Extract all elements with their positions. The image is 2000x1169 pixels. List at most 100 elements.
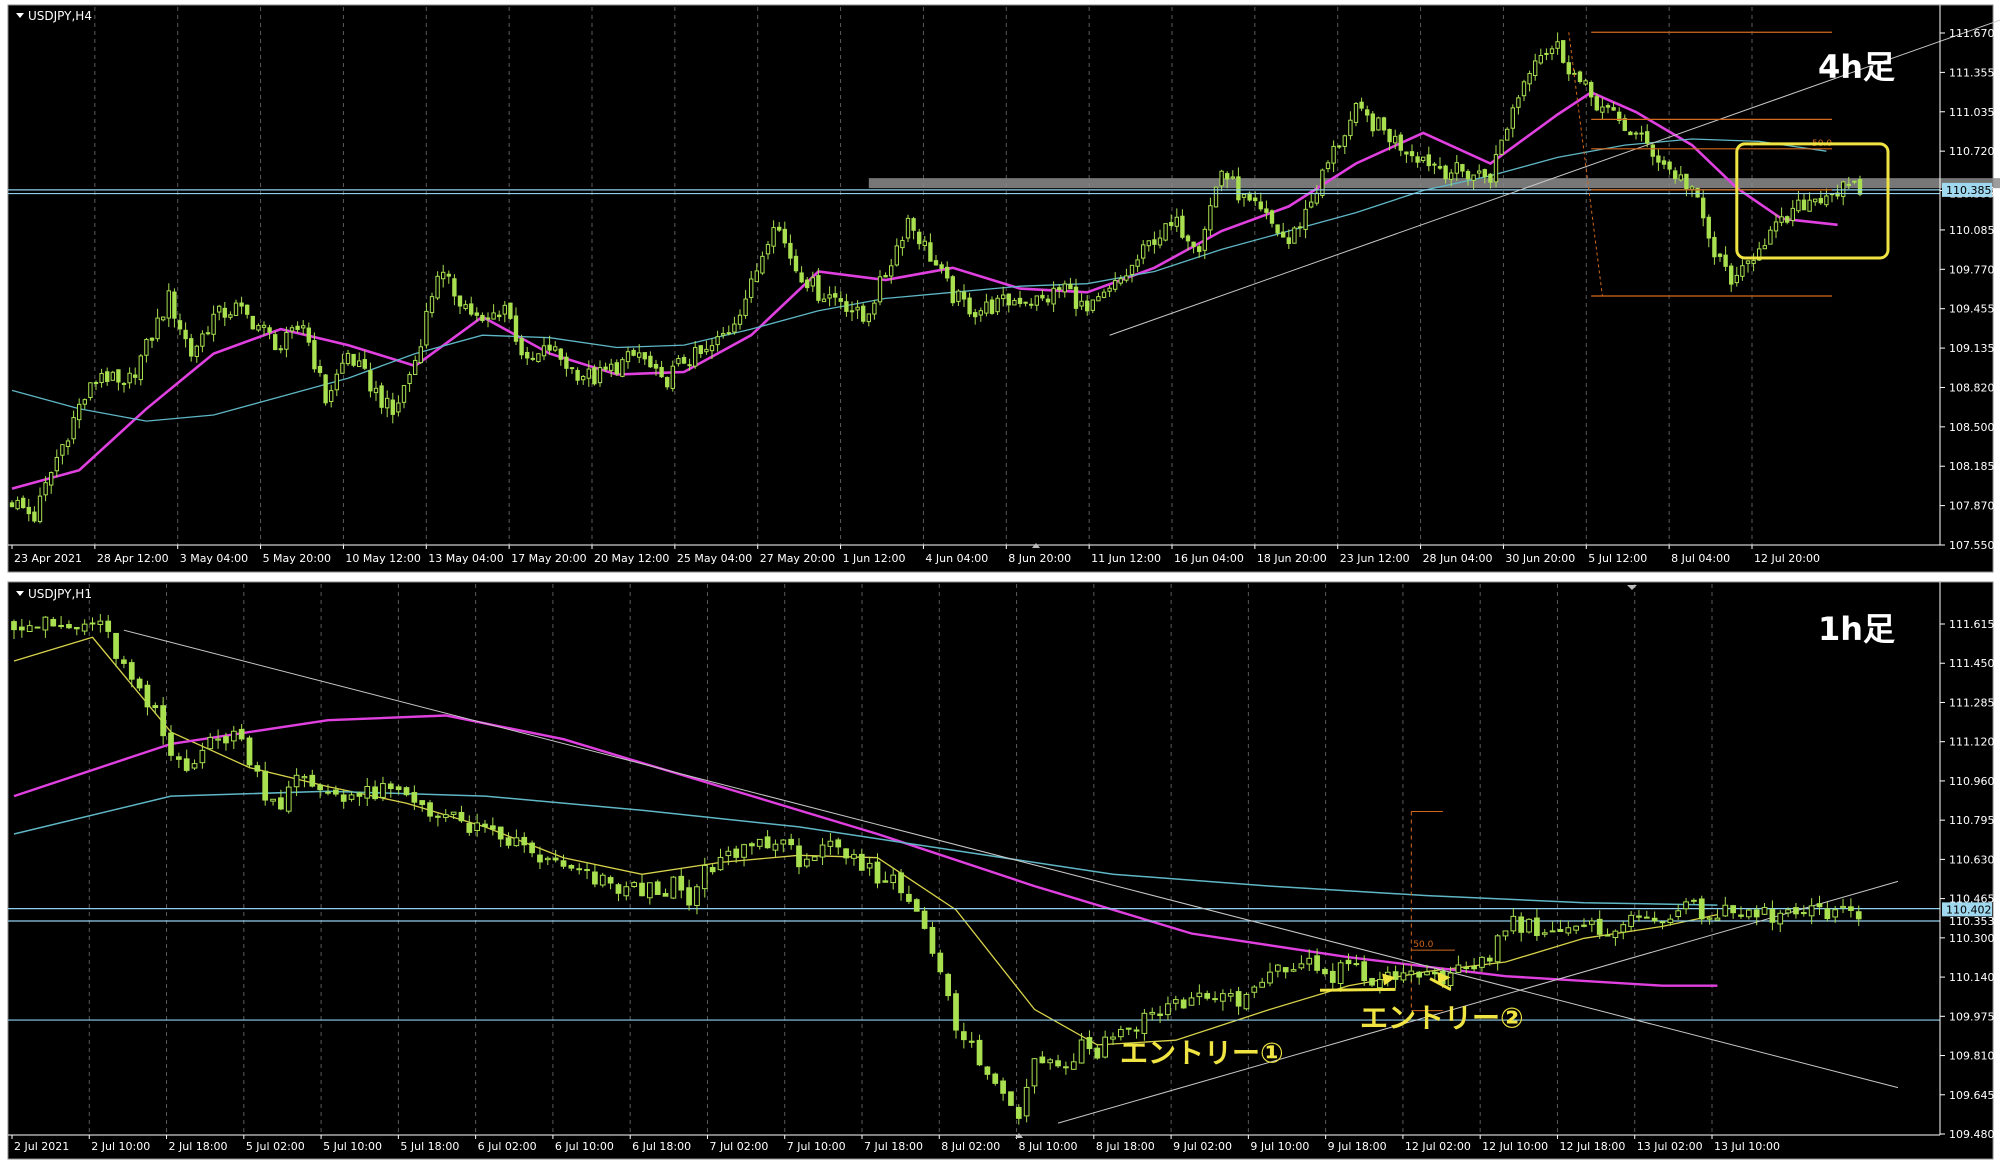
price-tick-label: 109.770 <box>1949 263 1995 276</box>
candle-bearish <box>105 371 110 382</box>
candle-bearish <box>639 882 645 897</box>
candle-bullish <box>581 376 586 381</box>
price-tick-label: 107.550 <box>1949 539 1995 552</box>
candle-bearish <box>921 910 928 929</box>
time-tick-label: 18 Jun 20:00 <box>1257 552 1327 565</box>
candle-bullish <box>877 276 883 303</box>
candle-bullish <box>956 290 961 302</box>
fib-level-label: 50.0 <box>1413 940 1433 950</box>
candle-bullish <box>1541 932 1548 935</box>
candle-bearish <box>1282 967 1289 973</box>
candle-bearish <box>1706 216 1711 239</box>
candle-bearish <box>1185 235 1191 242</box>
price-tick-label: 110.300 <box>1949 932 1995 945</box>
time-tick-label: 7 Jul 10:00 <box>787 1140 846 1153</box>
candle-bearish <box>874 861 881 884</box>
candle-bearish <box>278 797 284 810</box>
candle-bearish <box>513 315 519 342</box>
candle-bearish <box>368 370 373 392</box>
candle-bullish <box>715 336 720 346</box>
h1-chart-panel[interactable]: 50.0 エントリー① エントリー② 111.615 111.450 111.285 1… <box>7 581 1995 1160</box>
candle-bearish <box>530 357 535 360</box>
candle-bearish <box>419 800 426 805</box>
candle-bullish <box>301 776 308 779</box>
candle-bullish <box>278 348 283 351</box>
candle-bearish <box>1463 967 1470 970</box>
candle-bullish <box>228 314 233 318</box>
candle-bullish <box>586 368 591 379</box>
candle-bullish <box>1494 935 1501 963</box>
candle-bearish <box>332 789 339 795</box>
candle-bullish <box>1149 1011 1156 1015</box>
candle-bearish <box>917 231 922 245</box>
candle-bearish <box>11 621 17 631</box>
candle-bearish <box>1651 917 1658 922</box>
candle-bearish <box>665 377 670 388</box>
h4-symbol-header[interactable]: USDJPY,H4 <box>16 9 92 23</box>
candle-bullish <box>1588 920 1595 925</box>
candle-bearish <box>1125 1027 1132 1030</box>
candle-bearish <box>411 792 418 803</box>
candle-bearish <box>1855 911 1862 920</box>
candle-bearish <box>1008 1091 1014 1106</box>
candle-bullish <box>1051 287 1056 305</box>
candle-bearish <box>882 880 889 883</box>
h1-panel-background <box>7 581 1994 1160</box>
price-level-label: 110.353 <box>1949 915 1995 928</box>
candle-bearish <box>928 242 933 262</box>
candle-bullish <box>97 620 104 625</box>
candle-bearish <box>508 302 513 319</box>
candle-bullish <box>138 355 143 381</box>
candle-bearish <box>205 332 211 335</box>
candle-bearish <box>1314 955 1320 971</box>
candle-bullish <box>819 844 826 858</box>
candle-bearish <box>1329 970 1336 983</box>
candle-bullish <box>1070 1061 1077 1070</box>
price-tick-label: 111.450 <box>1949 657 1995 670</box>
candle-bullish <box>1393 135 1398 144</box>
candle-bullish <box>293 774 300 788</box>
time-tick-label: 8 Jun 20:00 <box>1008 552 1071 565</box>
candle-bearish <box>1275 224 1280 234</box>
h4-chart-panel[interactable]: 50.0 111.670111.355111.035110.720110.400… <box>7 4 2000 573</box>
candle-bullish <box>1090 299 1095 311</box>
candle-bullish <box>71 417 76 440</box>
candle-bearish <box>1673 170 1678 180</box>
candle-bearish <box>66 624 72 629</box>
candle-bearish <box>379 385 384 408</box>
candle-bearish <box>1471 965 1477 970</box>
candle-bearish <box>1639 132 1644 135</box>
candle-bearish <box>466 822 473 833</box>
candle-bullish <box>1118 278 1123 284</box>
candle-bearish <box>1415 156 1420 163</box>
candle-bullish <box>60 444 65 456</box>
candle-bullish <box>373 387 379 394</box>
candle-bullish <box>166 290 171 319</box>
candle-bearish <box>1824 908 1831 920</box>
candle-bullish <box>364 785 371 799</box>
candle-bullish <box>1172 999 1179 1004</box>
candle-bullish <box>1165 1003 1171 1016</box>
price-tick-label: 111.670 <box>1949 27 1995 40</box>
h1-timeframe-title: 1h足 <box>1818 610 1895 648</box>
candle-bearish <box>128 662 135 680</box>
candle-bullish <box>301 325 306 329</box>
candle-bearish <box>482 823 488 828</box>
candle-bearish <box>1264 208 1269 213</box>
candle-bullish <box>284 331 289 350</box>
candle-bearish <box>1370 113 1375 132</box>
time-tick-label: 5 Jul 10:00 <box>323 1140 382 1153</box>
price-tick-label: 110.795 <box>1949 814 1995 827</box>
time-tick-label: 9 Jul 02:00 <box>1173 1140 1232 1153</box>
candle-bearish <box>1404 151 1409 155</box>
candle-bullish <box>749 278 754 298</box>
candle-bearish <box>1426 154 1431 167</box>
candle-bullish <box>1549 930 1556 933</box>
candle-bullish <box>26 625 33 633</box>
time-tick-label: 16 Jun 04:00 <box>1174 552 1244 565</box>
candle-bullish <box>1455 964 1462 973</box>
h1-symbol-header[interactable]: USDJPY,H1 <box>16 587 92 601</box>
candle-bearish <box>1656 155 1661 163</box>
candle-bullish <box>576 868 583 871</box>
candle-bearish <box>480 314 485 322</box>
